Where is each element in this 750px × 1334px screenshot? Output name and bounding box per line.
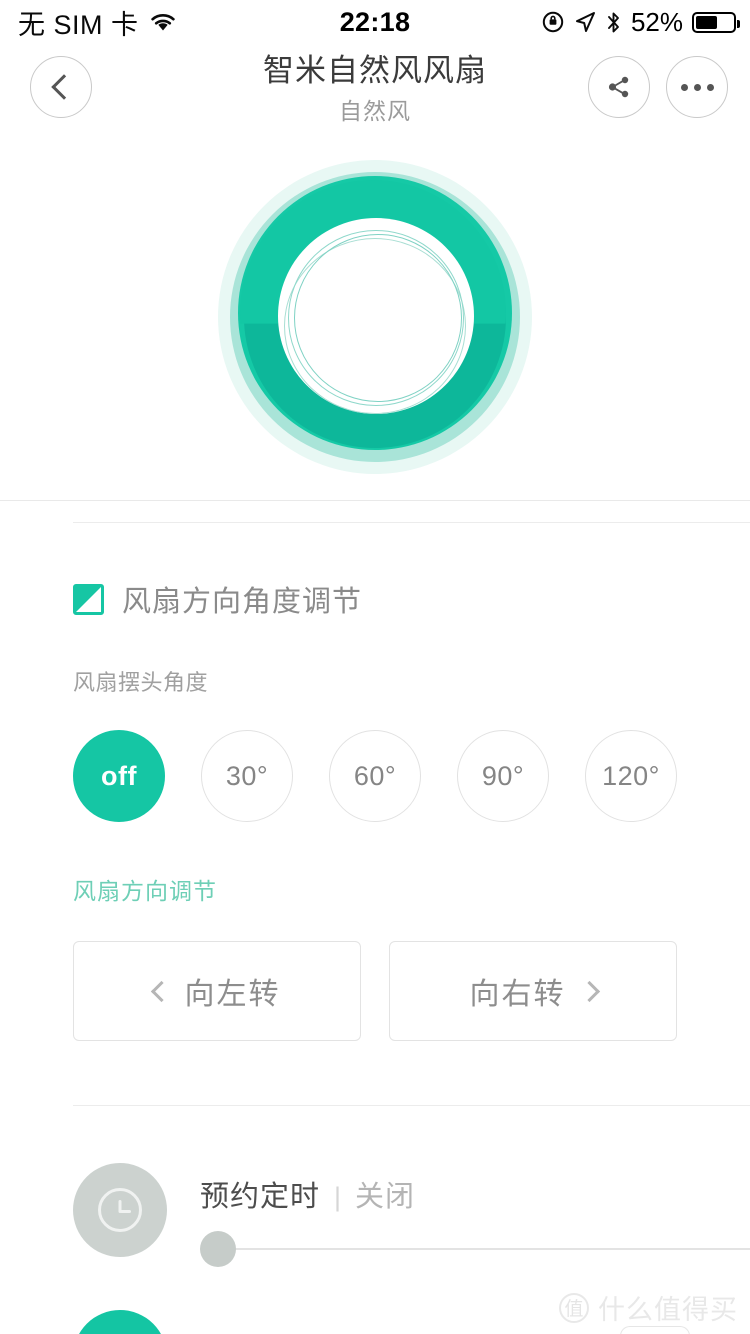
angle-option-off[interactable]: off <box>73 730 165 822</box>
turn-right-button[interactable]: 向右转 <box>389 941 677 1041</box>
battery-percent: 52% <box>630 6 683 37</box>
watermark-text: 什么值得买 <box>598 1295 738 1325</box>
watermark-pill <box>620 1326 690 1334</box>
share-icon <box>605 73 633 101</box>
timer-row: 预约定时 | 关闭 <box>73 1163 750 1283</box>
watermark: 值 什么值得买 <box>559 1288 738 1327</box>
fan-ring-graphic[interactable] <box>218 160 532 474</box>
turn-left-button[interactable]: 向左转 <box>73 941 361 1041</box>
angle-option-60[interactable]: 60° <box>329 730 421 822</box>
direction-buttons: 向左转 向右转 <box>73 941 677 1041</box>
next-row-icon-button[interactable] <box>73 1310 167 1334</box>
turn-right-label: 向右转 <box>469 978 566 1011</box>
watermark-badge: 值 <box>559 1292 589 1323</box>
angle-field-label: 风扇摆头角度 <box>73 670 209 695</box>
angle-options: off 30° 60° 90° 120° <box>73 730 677 822</box>
timer-state-label: 关闭 <box>355 1181 416 1213</box>
bluetooth-icon <box>605 10 622 35</box>
status-bar-right: 52% <box>541 0 740 44</box>
angle-option-120[interactable]: 120° <box>585 730 677 822</box>
battery-icon <box>692 11 740 33</box>
status-bar: 无 SIM 卡 22:18 52% <box>0 0 750 44</box>
timer-name-label: 预约定时 <box>200 1181 321 1213</box>
location-arrow-icon <box>574 10 596 34</box>
app-root: 无 SIM 卡 22:18 52% 智米自然风风扇 自然风 风扇方向角度调节 风… <box>0 0 750 1334</box>
angle-option-90[interactable]: 90° <box>457 730 549 822</box>
more-dots-icon <box>680 83 714 91</box>
direction-field-label: 风扇方向调节 <box>73 878 217 904</box>
chevron-left-icon <box>150 980 172 1002</box>
page-header: 智米自然风风扇 自然风 <box>0 44 750 130</box>
rotation-lock-icon <box>541 10 565 34</box>
divider-top <box>0 500 750 501</box>
timer-slider[interactable] <box>200 1229 750 1269</box>
timer-icon-button[interactable] <box>73 1163 167 1257</box>
chevron-right-icon <box>578 980 600 1002</box>
more-button[interactable] <box>666 56 728 118</box>
clock-icon <box>98 1188 142 1232</box>
section-header-angle: 风扇方向角度调节 <box>73 578 362 620</box>
angle-adjust-icon <box>73 583 104 615</box>
status-time: 22:18 <box>339 6 411 37</box>
timer-slider-track <box>218 1248 750 1250</box>
timer-separator: | <box>334 1182 342 1212</box>
timer-slider-handle[interactable] <box>200 1231 236 1267</box>
share-button[interactable] <box>588 56 650 118</box>
divider-section-top <box>73 522 750 523</box>
fan-inner-line-2 <box>294 234 462 402</box>
timer-text-block: 预约定时 | 关闭 <box>200 1173 415 1215</box>
battery-fill <box>696 15 717 29</box>
angle-option-30[interactable]: 30° <box>201 730 293 822</box>
section-title: 风扇方向角度调节 <box>122 586 363 618</box>
divider-section-bottom <box>73 1105 750 1106</box>
turn-left-label: 向左转 <box>184 978 281 1011</box>
device-visual-area <box>0 130 750 500</box>
